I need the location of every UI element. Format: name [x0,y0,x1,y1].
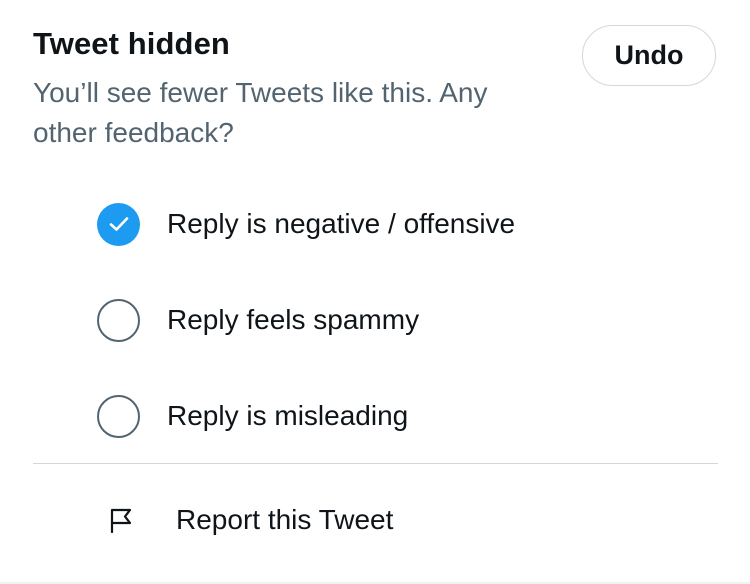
page-title: Tweet hidden [33,26,230,61]
checkmark-icon [109,217,128,231]
radio-checked[interactable] [97,202,140,246]
feedback-option-label: Reply feels spammy [167,304,420,335]
report-tweet-button[interactable]: Report this Tweet [108,500,393,540]
report-tweet-label: Report this Tweet [176,504,394,535]
feedback-option-label: Reply is negative / offensive [167,208,516,239]
feedback-option-spammy[interactable]: Reply feels spammy [97,298,419,342]
feedback-option-negative-offensive[interactable]: Reply is negative / offensive [97,202,515,246]
flag-icon [110,508,132,533]
radio-unchecked[interactable] [97,298,140,342]
tweet-hidden-panel: Tweet hidden You’ll see fewer Tweets lik… [0,0,750,584]
feedback-option-misleading[interactable]: Reply is misleading [97,394,408,438]
feedback-option-label: Reply is misleading [167,400,409,431]
feedback-prompt: You’ll see fewer Tweets like this. Any o… [33,77,488,148]
radio-unchecked[interactable] [97,394,140,438]
undo-button[interactable]: Undo [582,25,716,86]
divider [33,463,718,464]
